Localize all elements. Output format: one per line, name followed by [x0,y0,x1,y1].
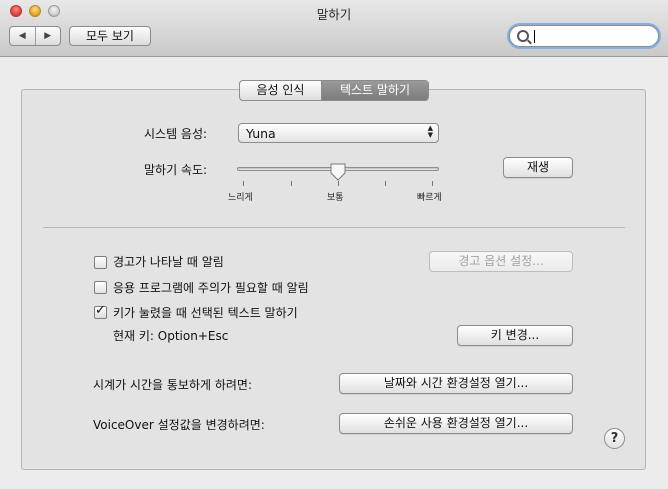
slider-tick [432,181,433,186]
alert-label: 경고가 나타날 때 알림 [113,255,224,269]
checkmark-icon: ✓ [95,303,106,318]
tick-label-normal: 보통 [327,193,344,203]
slider-tick [243,181,244,186]
forward-arrow-icon[interactable]: ▶ [36,27,61,45]
speak-selected-label: 키가 눌렸을 때 선택된 텍스트 말하기 [113,306,298,320]
system-voice-label: 시스템 음성: [144,127,208,141]
clock-label: 시계가 시간을 통보하게 하려면: [93,378,253,392]
search-field[interactable] [509,25,659,47]
slider-tick [385,181,386,186]
search-icon [517,30,529,42]
back-forward-control: ◀ ▶ [9,26,61,46]
text-cursor [534,30,535,43]
tab-speech-recognition[interactable]: 음성 인식 [240,81,322,100]
help-icon[interactable]: ? [604,428,625,449]
back-arrow-icon[interactable]: ◀ [10,27,36,45]
tab-bar: 음성 인식 텍스트 말하기 [239,80,429,101]
system-voice-popup[interactable]: Yuna ▲ ▼ [238,123,439,143]
app-attention-checkbox[interactable] [94,281,107,294]
app-attention-label: 응용 프로그램에 주의가 필요할 때 알림 [113,281,309,295]
alert-checkbox[interactable] [94,256,107,269]
show-all-button[interactable]: 모두 보기 [69,26,151,46]
speaking-rate-label: 말하기 속도: [144,163,208,177]
section-divider [43,227,625,228]
open-date-time-prefs-button[interactable]: 날짜와 시간 환경설정 열기... [339,373,573,394]
slider-tick [291,181,292,186]
tick-label-slow: 느리게 [228,193,253,203]
tab-text-to-speech[interactable]: 텍스트 말하기 [322,81,428,100]
tick-label-fast: 빠르게 [417,193,442,203]
slider-thumb[interactable] [328,162,348,182]
preferences-window: 말하기 ◀ ▶ 모두 보기 음성 인식 텍스트 말하기 시스템 음성: Yuna… [0,0,668,489]
titlebar: 말하기 ◀ ▶ 모두 보기 [0,0,668,57]
window-title: 말하기 [316,7,352,22]
play-button[interactable]: 재생 [503,157,573,178]
alert-options-button[interactable]: 경고 옵션 설정... [429,251,573,272]
current-key-label: 현재 키: Option+Esc [113,329,229,343]
system-voice-value: Yuna [246,126,276,141]
open-accessibility-prefs-button[interactable]: 손쉬운 사용 환경설정 열기... [339,413,573,434]
speak-selected-checkbox[interactable]: ✓ [94,303,107,319]
change-key-button[interactable]: 키 변경... [457,325,573,346]
popup-arrows-icon: ▲ ▼ [427,124,433,139]
voiceover-label: VoiceOver 설정값을 변경하려면: [93,418,265,432]
